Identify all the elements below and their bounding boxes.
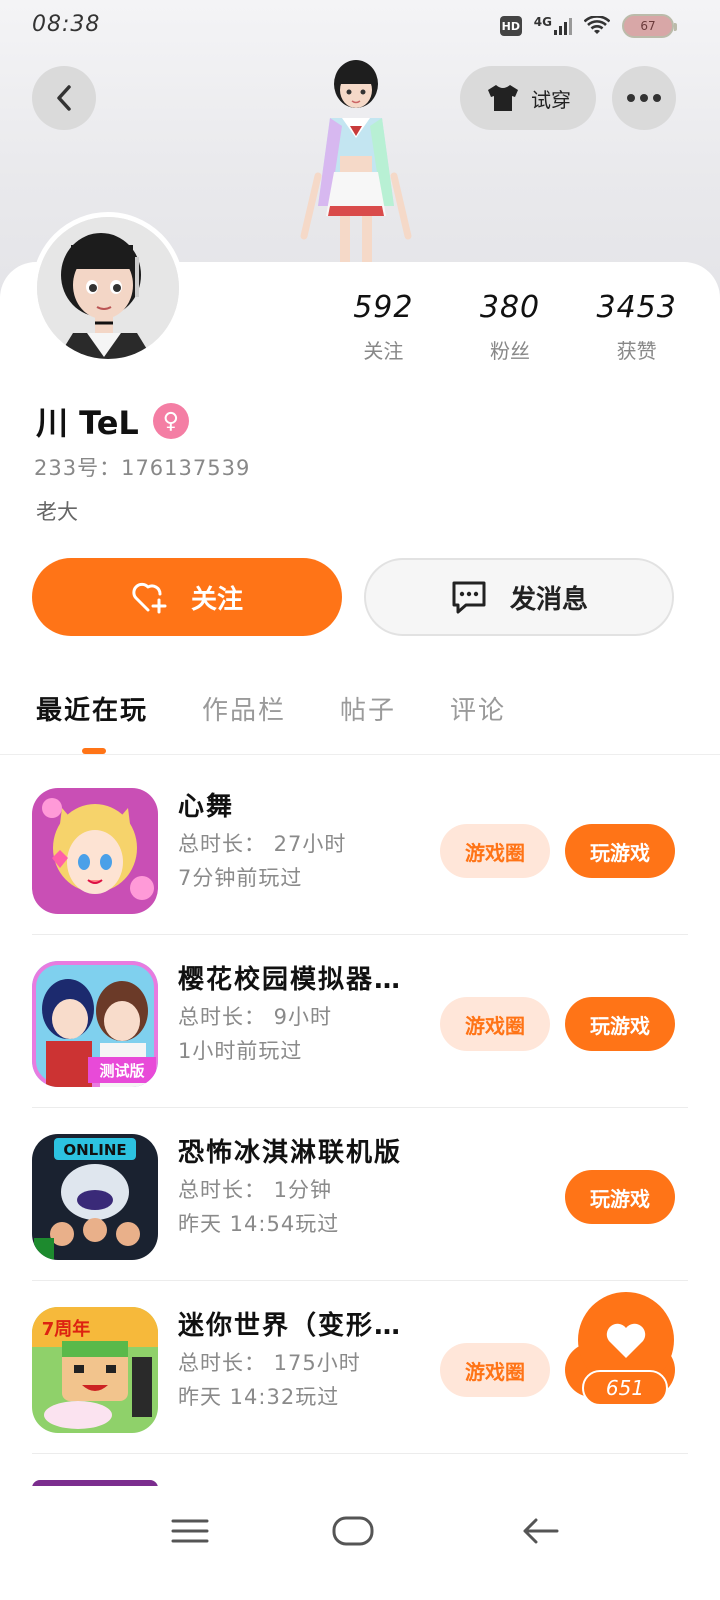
chevron-left-icon — [57, 85, 71, 111]
game-icon[interactable]: 7周年 — [32, 1307, 158, 1433]
status-icons: HD 4G 67 — [499, 14, 677, 38]
game-circle-button[interactable]: 游戏圈 — [440, 824, 550, 878]
game-circle-button[interactable]: 游戏圈 — [440, 997, 550, 1051]
network-type: 4G — [533, 15, 552, 29]
game-duration: 总时长： 1分钟 — [178, 1178, 333, 1202]
stat-label: 粉丝 — [490, 339, 530, 363]
game-icon-badge: ONLINE — [63, 1141, 126, 1159]
tab-divider — [0, 754, 720, 755]
heart-icon — [606, 1323, 646, 1358]
game-duration: 总时长： 9小时 — [178, 1005, 333, 1029]
heart-plus-icon — [132, 582, 167, 614]
user-name: 川 TeL — [36, 404, 139, 442]
status-bar: 08:38 HD 4G 67 — [0, 0, 720, 52]
message-button[interactable]: 发消息 — [364, 558, 674, 636]
game-row[interactable]: 测试版 樱花校园模拟器… 总时长： 9小时 1小时前玩过 游戏圈 玩游戏 — [32, 935, 688, 1108]
play-game-button[interactable]: 玩游戏 — [565, 824, 675, 878]
user-id: 233号：176137539 — [34, 456, 251, 480]
game-last-played: 1小时前玩过 — [178, 1039, 303, 1063]
game-title: 迷你世界（变形… — [178, 1311, 403, 1341]
game-row[interactable]: 心舞 总时长： 27小时 7分钟前玩过 游戏圈 玩游戏 — [32, 762, 688, 935]
follow-button[interactable]: 关注 — [32, 558, 342, 636]
user-bio: 老大 — [36, 500, 78, 524]
game-title: 樱花校园模拟器… — [178, 965, 403, 995]
stat-value: 592 — [353, 290, 414, 325]
back-nav-button[interactable] — [500, 1506, 580, 1556]
follow-label: 关注 — [190, 584, 243, 615]
name-row: 川 TeL ♀ — [36, 398, 189, 444]
tab-recent-games[interactable]: 最近在玩 — [36, 690, 148, 727]
play-game-button[interactable]: 玩游戏 — [565, 997, 675, 1051]
stat-followers[interactable]: 380 粉丝 — [447, 290, 574, 364]
game-icon-badge: 测试版 — [99, 1062, 144, 1080]
system-nav-bar — [0, 1486, 720, 1600]
game-icon[interactable]: 测试版 — [32, 961, 158, 1087]
chat-bubble-icon — [452, 581, 486, 614]
tshirt-icon — [488, 85, 518, 111]
game-title: 恐怖冰淇淋联机版 — [178, 1138, 403, 1168]
game-icon[interactable] — [32, 788, 158, 914]
try-on-button[interactable]: 试穿 — [460, 66, 596, 130]
game-duration: 总时长： 27小时 — [178, 832, 347, 856]
menu-icon — [171, 1519, 209, 1543]
avatar-figure-image — [300, 60, 412, 264]
stat-likes[interactable]: 3453 获赞 — [573, 290, 700, 364]
more-button[interactable] — [612, 66, 676, 130]
game-icon-badge: 7周年 — [42, 1318, 91, 1340]
battery-level: 67 — [640, 19, 656, 33]
tab-works[interactable]: 作品栏 — [202, 690, 286, 727]
menu-nav-button[interactable] — [150, 1506, 230, 1556]
wifi-icon — [584, 16, 610, 34]
game-last-played: 7分钟前玩过 — [178, 866, 303, 890]
game-last-played: 昨天 14:54玩过 — [178, 1212, 340, 1236]
play-game-button[interactable]: 玩游戏 — [565, 1170, 675, 1224]
game-duration: 总时长： 175小时 — [178, 1351, 361, 1375]
try-on-label: 试穿 — [531, 87, 571, 112]
stat-following[interactable]: 592 关注 — [320, 290, 447, 364]
tab-comments[interactable]: 评论 — [450, 690, 506, 727]
like-count: 651 — [582, 1370, 668, 1406]
game-circle-button[interactable]: 游戏圈 — [440, 1343, 550, 1397]
game-title: 心舞 — [178, 792, 235, 822]
stat-value: 380 — [479, 290, 541, 325]
game-last-played: 昨天 14:32玩过 — [178, 1385, 340, 1409]
stat-value: 3453 — [596, 290, 677, 325]
battery-icon: 67 — [622, 14, 677, 38]
stat-label: 关注 — [363, 339, 404, 363]
more-dots-icon — [627, 94, 661, 102]
home-icon — [332, 1516, 374, 1546]
avatar[interactable] — [32, 212, 184, 364]
game-icon[interactable]: ONLINE — [32, 1134, 158, 1260]
tab-posts[interactable]: 帖子 — [340, 690, 396, 727]
message-label: 发消息 — [509, 584, 588, 615]
home-nav-button[interactable] — [313, 1506, 393, 1556]
back-arrow-icon — [523, 1518, 559, 1544]
back-button[interactable] — [32, 66, 96, 130]
game-row[interactable]: ONLINE 恐怖冰淇淋联机版 总时长： 1分钟 昨天 14:54玩过 玩游戏 — [32, 1108, 688, 1281]
profile-tabs: 最近在玩 作品栏 帖子 评论 — [36, 690, 506, 727]
avatar-image — [37, 217, 179, 359]
cellular-icon: 4G — [533, 15, 572, 35]
status-time: 08:38 — [32, 12, 101, 37]
hd-icon: HD — [499, 16, 522, 36]
profile-stats: 592 关注 380 粉丝 3453 获赞 — [320, 290, 700, 364]
female-icon: ♀ — [152, 403, 189, 439]
stat-label: 获赞 — [616, 339, 657, 363]
